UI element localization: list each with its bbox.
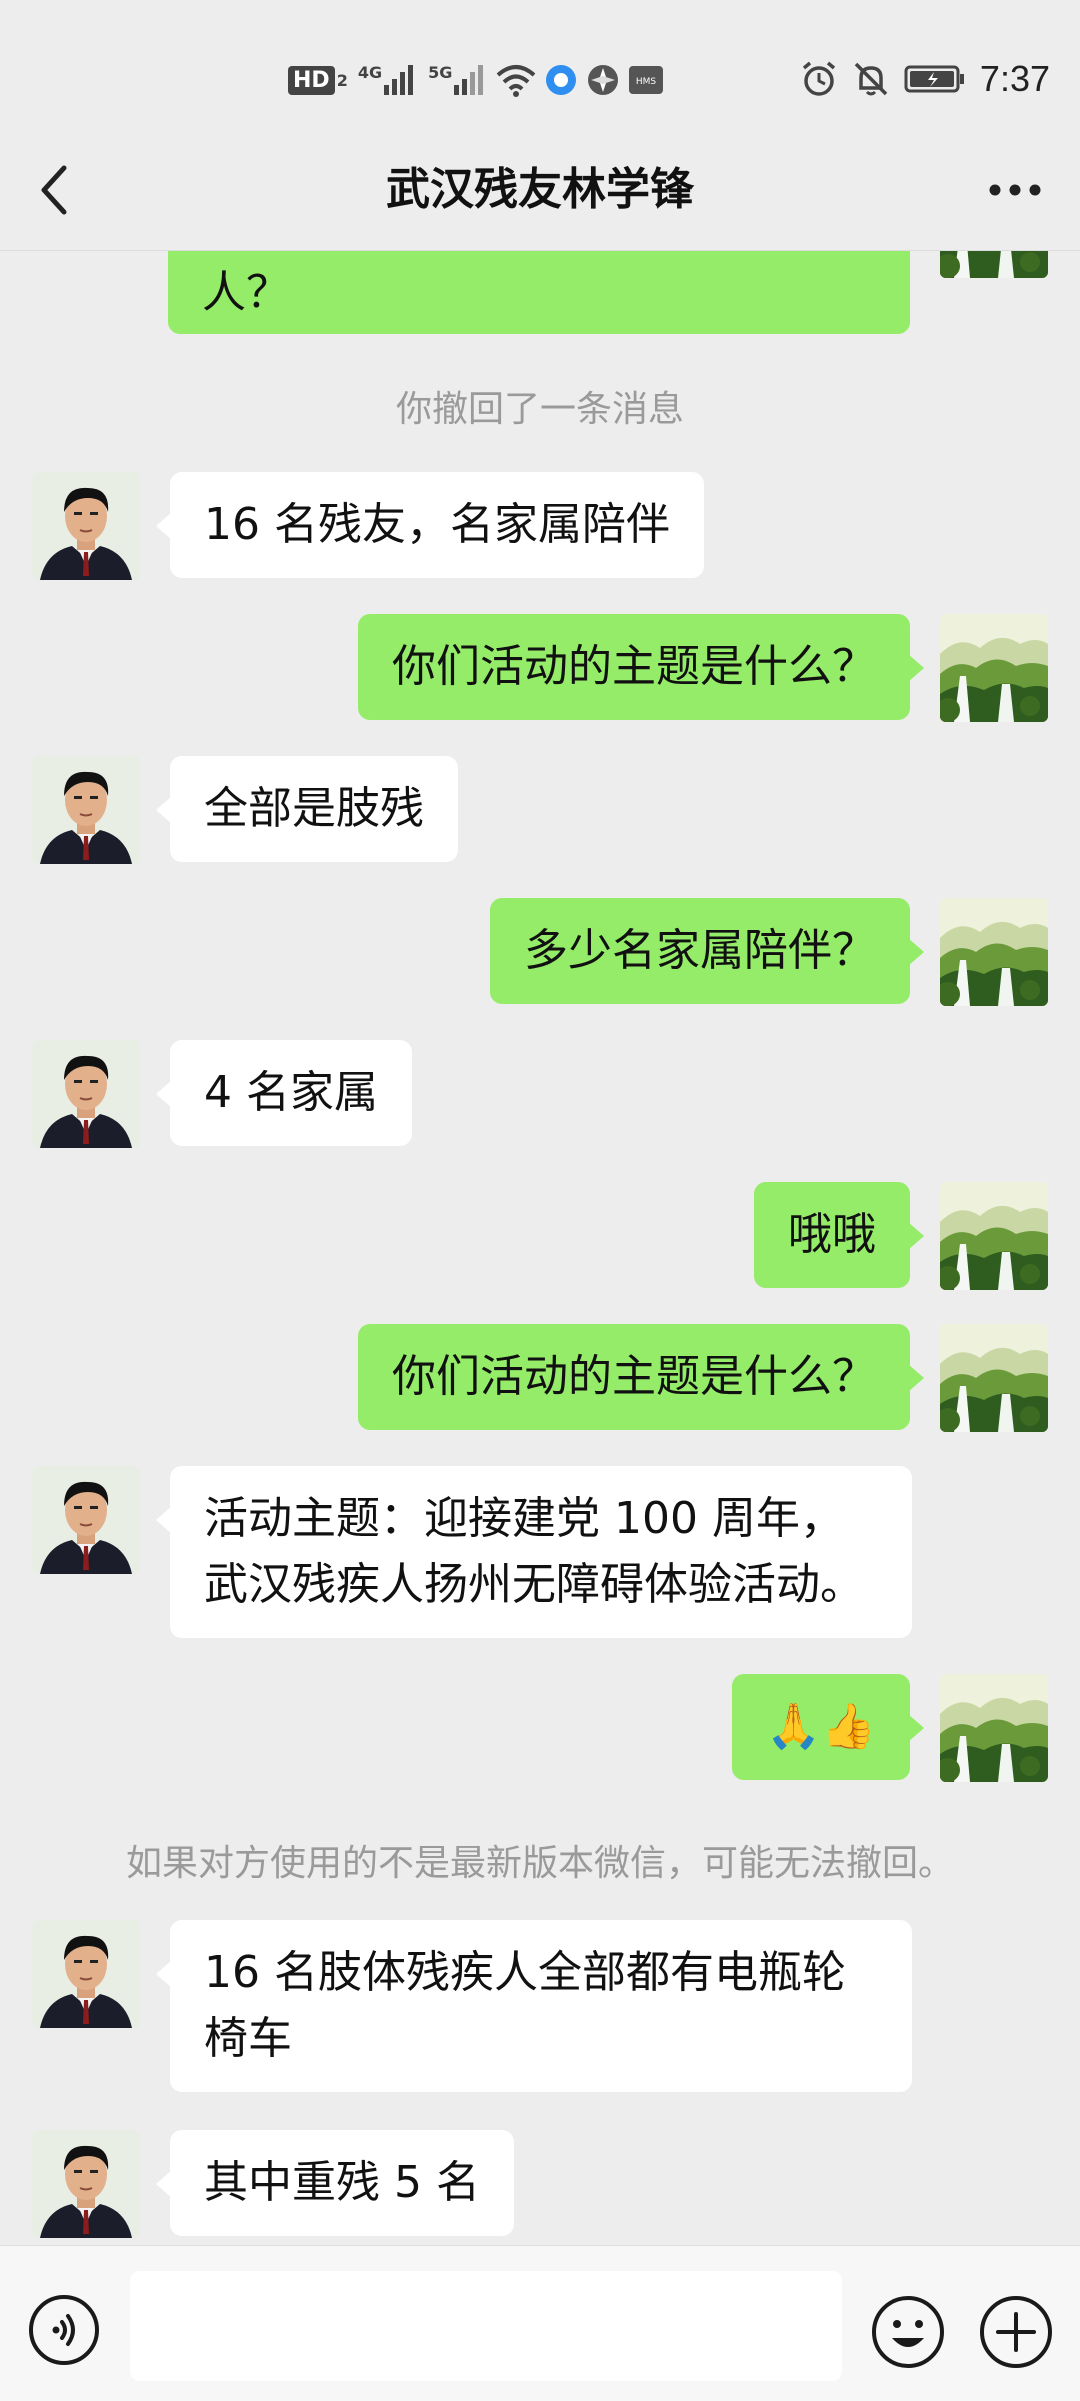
system-message: 如果对方使用的不是最新版本微信，可能无法撤回。 [125, 1843, 954, 1884]
message-bubble-incoming[interactable]: 4 名家属 [156, 1040, 412, 1146]
voice-icon [29, 2295, 99, 2365]
system-message: 你撤回了一条消息 [395, 389, 684, 430]
my-avatar[interactable] [940, 1182, 1048, 1290]
contact-avatar[interactable] [32, 472, 140, 580]
status-left-icons: HD 2 4G 5G HMS [288, 58, 664, 102]
more-dots-icon [989, 184, 1041, 196]
message-bubble-incoming[interactable]: 16 名肢体残疾人全部都有电瓶轮椅车 [156, 1920, 912, 2092]
chat-header: 武汉残友林学锋 [0, 130, 1080, 251]
status-time: 7:37 [979, 58, 1050, 99]
hd-icon: HD 2 [288, 65, 348, 95]
my-avatar[interactable] [940, 614, 1048, 722]
my-avatar[interactable] [940, 1674, 1048, 1782]
signal-5g-icon: 5G [426, 63, 488, 97]
svg-text:HMS: HMS [636, 77, 657, 87]
alarm-icon [800, 60, 838, 98]
chat-title: 武汉残友林学锋 [386, 164, 694, 215]
message-bubble-outgoing[interactable]: 哦哦 [754, 1182, 924, 1288]
message-bubble-incoming[interactable]: 活动主题：迎接建党 100 周年，武汉残疾人扬州无障碍体验活动。 [156, 1466, 912, 1638]
app-notification-icon-2 [586, 63, 620, 97]
contact-avatar[interactable] [32, 1466, 140, 1574]
my-avatar[interactable] [940, 898, 1048, 1006]
contact-avatar[interactable] [32, 2130, 140, 2238]
message-bubble-incoming[interactable]: 16 名残友，名家属陪伴 [156, 472, 704, 578]
emoji-button[interactable] [870, 2294, 946, 2370]
message-bubble-outgoing[interactable]: 你们活动的主题是什么？ [358, 614, 924, 720]
my-avatar[interactable] [940, 1324, 1048, 1432]
message-bubble-incoming[interactable]: 全部是肢残 [156, 756, 458, 862]
my-avatar[interactable] [940, 250, 1048, 278]
more-options-button[interactable] [980, 160, 1050, 220]
mute-bell-icon [852, 60, 890, 98]
signal-4g-icon: 4G [356, 63, 418, 97]
message-list[interactable]: 人？ 你撤回了一条消息 16 名残友，名家属陪伴 你们活动的主题是什么？ 全部是… [0, 250, 1080, 2245]
message-bubble-outgoing[interactable]: 你们活动的主题是什么？ [358, 1324, 924, 1430]
battery-icon [904, 64, 966, 94]
plus-icon [980, 2296, 1052, 2368]
chat-input-bar [0, 2245, 1080, 2401]
wifi-icon [496, 63, 536, 97]
voice-button[interactable] [28, 2294, 100, 2366]
contact-avatar[interactable] [32, 1040, 140, 1148]
contact-avatar[interactable] [32, 1920, 140, 2028]
status-right-icons: 7:37 [800, 54, 1050, 104]
message-bubble-incoming[interactable]: 其中重残 5 名 [156, 2130, 514, 2236]
message-input[interactable] [130, 2271, 842, 2381]
more-functions-button[interactable] [978, 2294, 1054, 2370]
message-bubble-outgoing[interactable]: 多少名家属陪伴？ [490, 898, 924, 1004]
app-notification-icon [544, 63, 578, 97]
message-bubble-outgoing[interactable]: 🙏👍 [732, 1674, 924, 1780]
hms-icon: HMS [628, 64, 664, 96]
message-bubble-outgoing[interactable]: 人？ [168, 250, 910, 334]
contact-avatar[interactable] [32, 756, 140, 864]
emoji-icon [872, 2296, 944, 2368]
